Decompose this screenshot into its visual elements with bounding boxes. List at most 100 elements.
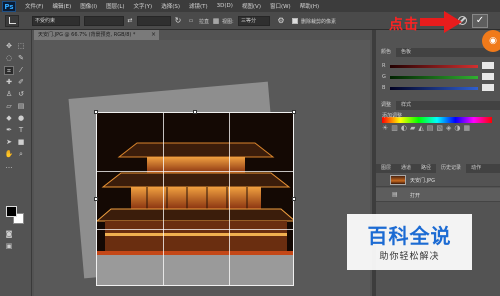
commit-crop-button[interactable]: ✓ [472, 14, 488, 28]
menu-layer[interactable]: 图层(L) [106, 2, 124, 10]
crop-handle-left[interactable] [94, 197, 98, 201]
blur-tool-icon[interactable]: ◆ [4, 114, 14, 123]
color-panel-tabs: 颜色 色板 [376, 48, 500, 57]
annotation-click-text: 点击 [389, 17, 419, 33]
history-step-name: 打开 [410, 193, 421, 199]
menu-image[interactable]: 图像(I) [80, 2, 97, 10]
crop-handle-top[interactable] [193, 110, 197, 114]
crop-tool-icon[interactable]: ⌗ [4, 66, 14, 75]
crop-handle-right[interactable] [292, 197, 296, 201]
watermark-subtitle: 助你轻松解决 [379, 252, 440, 262]
menu-help[interactable]: 帮助(H) [300, 2, 319, 10]
history-snapshot-row[interactable]: 天安门.JPG [376, 173, 500, 187]
dodge-tool-icon[interactable]: ● [16, 114, 26, 123]
gate-tower-photo [97, 113, 293, 285]
type-tool-icon[interactable]: T [16, 126, 26, 135]
swap-icon[interactable]: ⇄ [125, 16, 135, 26]
foreground-color-swatch[interactable] [6, 206, 17, 217]
extra-tools-icon[interactable]: … [4, 162, 14, 171]
document-tab[interactable]: 天安门.JPG @ 66.7% (背景预览, RGB/8) * × [34, 30, 159, 40]
tab-styles[interactable]: 样式 [396, 101, 416, 110]
adjust-panel-tabs: 调整 样式 [376, 101, 500, 110]
menu-window[interactable]: 窗口(W) [270, 2, 291, 10]
tab-color[interactable]: 颜色 [376, 48, 397, 57]
move-tool-icon[interactable]: ✥ [4, 42, 14, 51]
document-tab-title: 天安门.JPG @ 66.7% (背景预览, RGB/8) * [38, 32, 136, 38]
lasso-tool-icon[interactable]: ◌ [4, 54, 14, 63]
menu-type[interactable]: 文字(Y) [134, 2, 153, 10]
menu-select[interactable]: 选择(S) [161, 2, 180, 10]
crop-handle-top-left[interactable] [94, 110, 98, 114]
slider-green[interactable]: G [382, 73, 494, 81]
settings-gear-icon[interactable]: ⚙ [276, 16, 286, 26]
menu-edit[interactable]: 编辑(E) [52, 2, 71, 10]
tab-adjustments[interactable]: 调整 [376, 101, 397, 110]
tab-actions[interactable]: 动作 [466, 164, 486, 173]
view-label: 视图: [222, 19, 234, 25]
canvas-area [34, 40, 370, 296]
menu-filter[interactable]: 滤镜(T) [189, 2, 208, 10]
slider-value-field[interactable] [482, 84, 494, 91]
menu-view[interactable]: 视图(V) [242, 2, 261, 10]
brush-tool-icon[interactable]: ✐ [16, 78, 26, 87]
watermark-title: 百科全说 [367, 224, 452, 248]
stamp-tool-icon[interactable]: ♙ [4, 90, 14, 99]
hand-tool-icon[interactable]: ✋ [4, 150, 14, 159]
shape-tool-icon[interactable]: ■ [16, 138, 26, 147]
marquee-tool-icon[interactable]: ⬚ [16, 42, 26, 51]
quick-mask-icon[interactable]: ◙ [4, 230, 14, 239]
path-select-tool-icon[interactable]: ➤ [4, 138, 14, 147]
crop-box[interactable] [96, 112, 294, 286]
slider-label: R [382, 63, 386, 69]
tab-channels[interactable]: 通道 [396, 164, 416, 173]
close-tab-icon[interactable]: × [151, 30, 156, 40]
ratio-select[interactable]: 不受约束 [32, 16, 80, 26]
history-step-row[interactable]: ▤ 打开 [376, 188, 500, 202]
tab-paths[interactable]: 路径 [416, 164, 436, 173]
history-brush-tool-icon[interactable]: ↺ [16, 90, 26, 99]
watermark: 百科全说 助你轻松解决 [347, 214, 472, 270]
annotation-arrow-icon [420, 11, 462, 33]
view-grid-icon: ▦ [212, 17, 220, 25]
slider-blue[interactable]: B [382, 84, 494, 92]
help-badge-icon: ◉ [482, 30, 500, 52]
screen-mode-icon[interactable]: ▣ [4, 242, 14, 251]
slider-track[interactable] [390, 76, 478, 79]
crop-tool-preset-icon[interactable] [5, 15, 19, 27]
slider-value-field[interactable] [482, 62, 494, 69]
slider-value-field[interactable] [482, 73, 494, 80]
healing-tool-icon[interactable]: ✚ [4, 78, 14, 87]
document-icon: ▤ [392, 191, 398, 198]
gradient-tool-icon[interactable]: ▤ [16, 102, 26, 111]
slider-red[interactable]: R [382, 62, 494, 70]
photoshop-logo: Ps [2, 0, 16, 12]
adjustment-icons[interactable]: ☀▥◐▰◭▤▧◈◑▦ [382, 124, 492, 150]
menu-3d[interactable]: 3D(D) [217, 3, 233, 9]
crop-grid-line [163, 113, 164, 285]
delete-pixels-label: 删除裁剪的像素 [301, 19, 337, 25]
eraser-tool-icon[interactable]: ▱ [4, 102, 14, 111]
tab-layers[interactable]: 图层 [376, 164, 396, 173]
crop-grid-line [97, 171, 293, 172]
eyedropper-tool-icon[interactable]: ⁄ [16, 66, 26, 75]
view-overlay-select[interactable]: 三等分 [238, 16, 270, 26]
zoom-tool-icon[interactable]: ⌕ [16, 150, 26, 159]
reset-icon[interactable]: ↻ [173, 16, 183, 26]
slider-track[interactable] [390, 87, 478, 90]
straighten-label[interactable]: 拉直 [199, 18, 209, 25]
snapshot-thumbnail [390, 175, 406, 185]
slider-track[interactable] [390, 65, 478, 68]
tools-panel: ✥ ⬚ ◌ ✎ ⌗ ⁄ ✚ ✐ ♙ ↺ ▱ ▤ ◆ ● ✒ T ➤ ■ ✋ ⌕ … [0, 30, 32, 296]
adjust-subtitle: 添加调整 [382, 113, 403, 119]
width-input[interactable] [84, 16, 124, 26]
height-input[interactable] [137, 16, 171, 26]
delete-pixels-checkbox[interactable] [292, 18, 298, 24]
straighten-icon[interactable]: ▭ [186, 16, 196, 26]
pen-tool-icon[interactable]: ✒ [4, 126, 14, 135]
crop-handle-top-right[interactable] [292, 110, 296, 114]
quick-select-tool-icon[interactable]: ✎ [16, 54, 26, 63]
tab-history[interactable]: 历史记录 [436, 164, 467, 173]
crop-grid-line [229, 113, 230, 285]
tab-swatches[interactable]: 色板 [396, 48, 416, 57]
menu-file[interactable]: 文件(F) [25, 2, 43, 10]
